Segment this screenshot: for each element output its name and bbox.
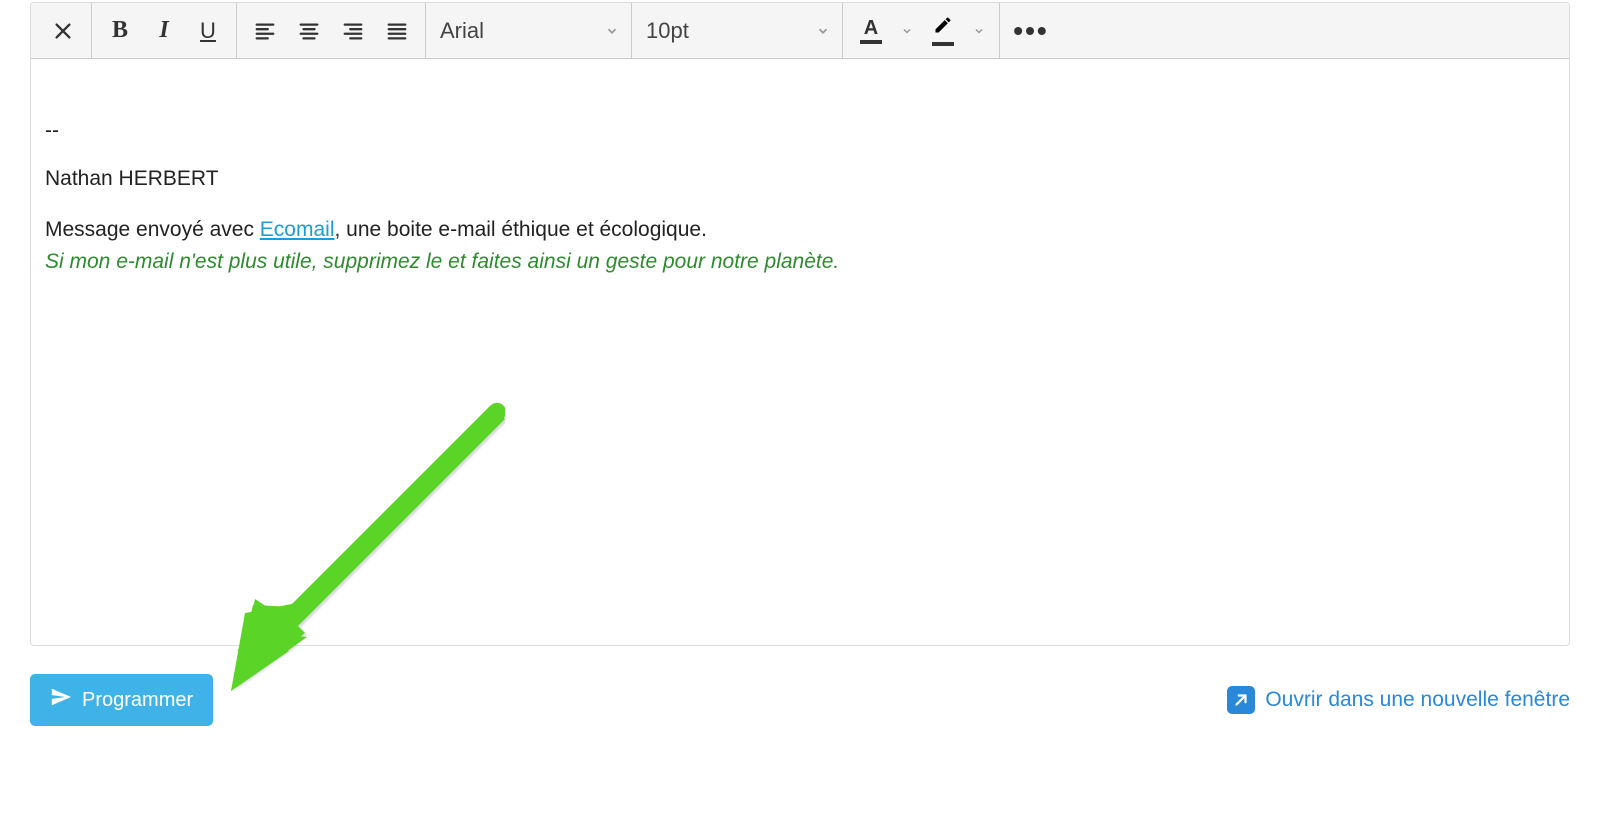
open-new-window-label: Ouvrir dans une nouvelle fenêtre [1265,688,1570,712]
signature-message: Message envoyé avec Ecomail, une boite e… [45,214,1555,246]
clear-formatting-button[interactable] [41,9,85,53]
compose-footer: Programmer Ouvrir dans une nouvelle fenê… [30,646,1570,738]
editor-toolbar: B I U [31,3,1569,59]
font-family-select[interactable]: Arial [426,3,631,58]
signature-name: Nathan HERBERT [45,163,1555,195]
align-center-button[interactable] [287,9,331,53]
chevron-down-icon [816,18,830,44]
toolbar-group-style: B I U [92,3,237,58]
signature-suffix: , une boite e-mail éthique et écologique… [335,218,707,241]
compose-panel: B I U [30,2,1570,646]
paper-plane-icon [50,686,72,714]
text-color-button[interactable]: A [849,9,893,53]
toolbar-group-align [237,3,426,58]
align-justify-button[interactable] [375,9,419,53]
open-new-window-link[interactable]: Ouvrir dans une nouvelle fenêtre [1227,686,1570,714]
align-left-button[interactable] [243,9,287,53]
schedule-button[interactable]: Programmer [30,674,213,726]
chevron-down-icon [605,18,619,44]
signature-eco-line: Si mon e-mail n'est plus utile, supprime… [45,246,1555,278]
toolbar-group-more: ••• [1000,3,1062,58]
signature-prefix: Message envoyé avec [45,218,260,241]
underline-button[interactable]: U [186,9,230,53]
toolbar-group-font: Arial [426,3,632,58]
ellipsis-icon: ••• [1013,15,1048,47]
highlight-color-bar [932,42,954,46]
toolbar-group-size: 10pt [632,3,843,58]
ecomail-link[interactable]: Ecomail [260,218,335,241]
signature-divider: -- [45,115,1555,147]
font-size-select[interactable]: 10pt [632,3,842,58]
text-color-bar [860,40,882,44]
schedule-button-label: Programmer [82,689,193,712]
font-size-value: 10pt [646,18,689,44]
highlight-color-button[interactable] [921,9,965,53]
highlight-icon [933,15,953,40]
more-options-button[interactable]: ••• [1006,9,1056,53]
highlight-color-dropdown[interactable] [965,25,993,37]
italic-button[interactable]: I [142,9,186,53]
align-right-button[interactable] [331,9,375,53]
font-family-value: Arial [440,18,484,44]
external-link-icon [1227,686,1255,714]
message-body-editor[interactable]: -- Nathan HERBERT Message envoyé avec Ec… [31,59,1569,645]
toolbar-group-close [35,3,92,58]
toolbar-group-color: A [843,3,1000,58]
bold-button[interactable]: B [98,9,142,53]
text-color-icon: A [864,18,878,38]
text-color-dropdown[interactable] [893,25,921,37]
